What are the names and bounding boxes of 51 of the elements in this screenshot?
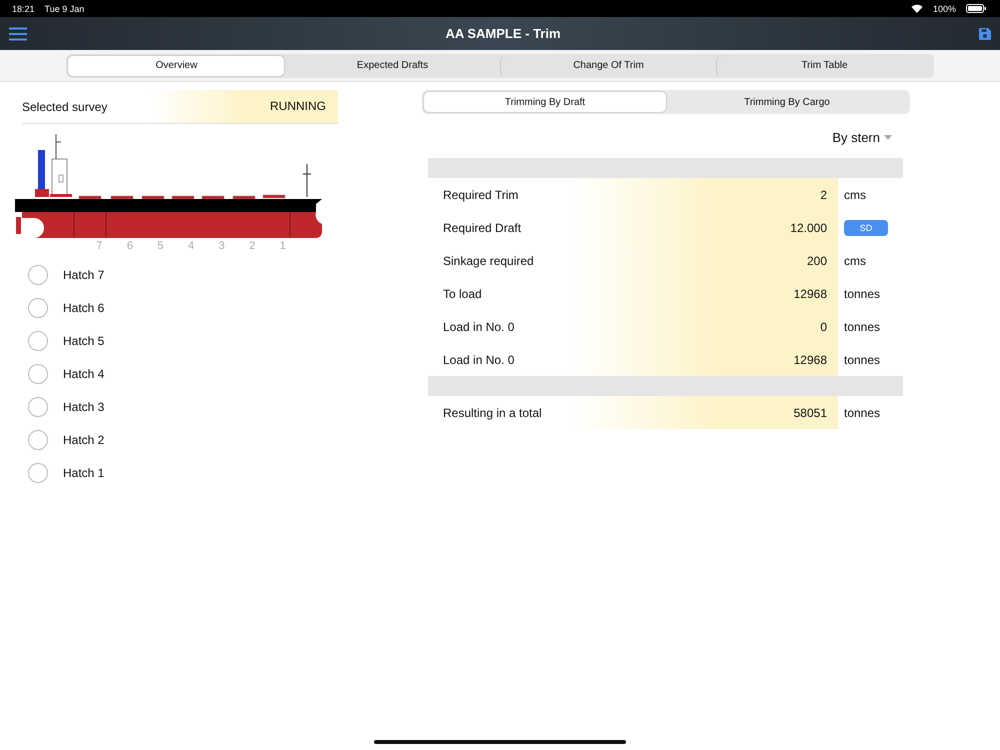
radio-button[interactable] <box>28 264 48 284</box>
unit-label: tonnes <box>844 406 880 420</box>
row-label: Required Draft <box>442 220 522 236</box>
tab[interactable]: Overview <box>68 56 284 76</box>
row-label: Load in No. 0 <box>442 352 516 368</box>
trim-direction-dropdown[interactable]: By stern <box>832 128 892 146</box>
hatch-label: Hatch 1 <box>63 466 104 480</box>
unit-label: cms <box>844 254 866 268</box>
hatch-label: Hatch 2 <box>63 432 104 446</box>
hold-number: 5 <box>156 240 165 252</box>
hold-number: 3 <box>218 240 226 252</box>
row-label: To load <box>442 286 483 302</box>
hatch-label: Hatch 7 <box>63 268 104 282</box>
battery-icon <box>966 4 986 13</box>
status-time: 18:21 <box>12 4 35 14</box>
radio-button[interactable] <box>28 462 48 482</box>
hold-number: 7 <box>95 240 104 252</box>
hatch-label: Hatch 4 <box>63 366 104 380</box>
hatch-label: Hatch 5 <box>63 334 104 348</box>
hold-number: 2 <box>248 240 256 252</box>
radio-button[interactable] <box>28 330 48 350</box>
radio-button[interactable] <box>28 396 48 416</box>
tab[interactable]: Change Of Trim <box>500 56 716 76</box>
hatch-label: Hatch 3 <box>63 400 104 414</box>
radio-button[interactable] <box>28 364 48 384</box>
tab[interactable]: Trimming By Cargo <box>666 92 908 112</box>
tab[interactable]: Trim Table <box>716 56 932 76</box>
battery-percentage: 100% <box>932 4 956 14</box>
unit-label: tonnes <box>844 286 880 300</box>
radio-button[interactable] <box>28 298 48 318</box>
hold-number: 4 <box>187 240 196 252</box>
wifi-icon <box>910 4 923 13</box>
window-title: AA SAMPLE - Trim <box>444 26 562 41</box>
row-label: Required Trim <box>442 186 520 204</box>
tab[interactable]: Trimming By Draft <box>424 92 666 112</box>
survey-label: Selected survey <box>22 100 108 114</box>
menu-icon[interactable] <box>8 26 28 40</box>
hatch-label: Hatch 6 <box>63 300 104 314</box>
row-label: Load in No. 0 <box>442 318 516 336</box>
unit-label: tonnes <box>844 352 880 366</box>
radio-button[interactable] <box>28 430 48 450</box>
unit-label: cms <box>844 188 866 202</box>
caret-icon <box>884 134 892 140</box>
save-icon[interactable] <box>978 26 992 40</box>
row-label: Sinkage required <box>442 252 535 270</box>
status-date: Tue 9 Jan <box>44 4 84 14</box>
hold-number: 1 <box>278 240 287 252</box>
row-label: Resulting in a total <box>442 404 543 422</box>
hold-number: 6 <box>126 240 134 252</box>
unit-label: tonnes <box>844 320 880 334</box>
tab[interactable]: Expected Drafts <box>284 56 500 76</box>
